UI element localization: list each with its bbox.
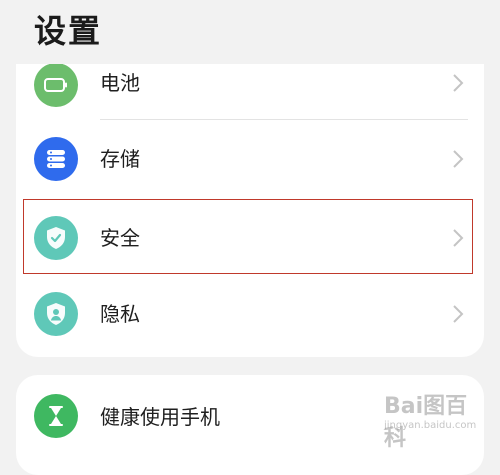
settings-item-privacy[interactable]: 隐私 <box>16 276 484 354</box>
settings-item-security[interactable]: 安全 <box>16 198 484 276</box>
chevron-right-icon <box>453 305 464 323</box>
settings-item-label: 安全 <box>100 226 140 250</box>
storage-icon <box>34 137 78 181</box>
privacy-shield-icon <box>34 292 78 336</box>
chevron-right-icon <box>453 229 464 247</box>
settings-group-1: 电池 存储 安全 隐私 <box>16 64 484 357</box>
page-title: 设置 <box>34 12 103 50</box>
settings-item-storage[interactable]: 存储 <box>16 120 484 198</box>
chevron-right-icon <box>453 74 464 92</box>
settings-item-label: 电池 <box>100 71 140 95</box>
settings-item-label: 隐私 <box>100 302 140 326</box>
settings-item-label: 存储 <box>100 147 140 171</box>
watermark: Bai图百科 jingyan.baidu.com <box>384 388 484 451</box>
settings-item-label: 健康使用手机 <box>100 405 220 429</box>
battery-icon <box>34 64 78 107</box>
chevron-right-icon <box>453 150 464 168</box>
security-shield-icon <box>34 216 78 260</box>
settings-item-battery[interactable]: 电池 <box>16 64 484 124</box>
hourglass-icon <box>34 394 78 438</box>
watermark-url: jingyan.baidu.com <box>384 420 477 431</box>
